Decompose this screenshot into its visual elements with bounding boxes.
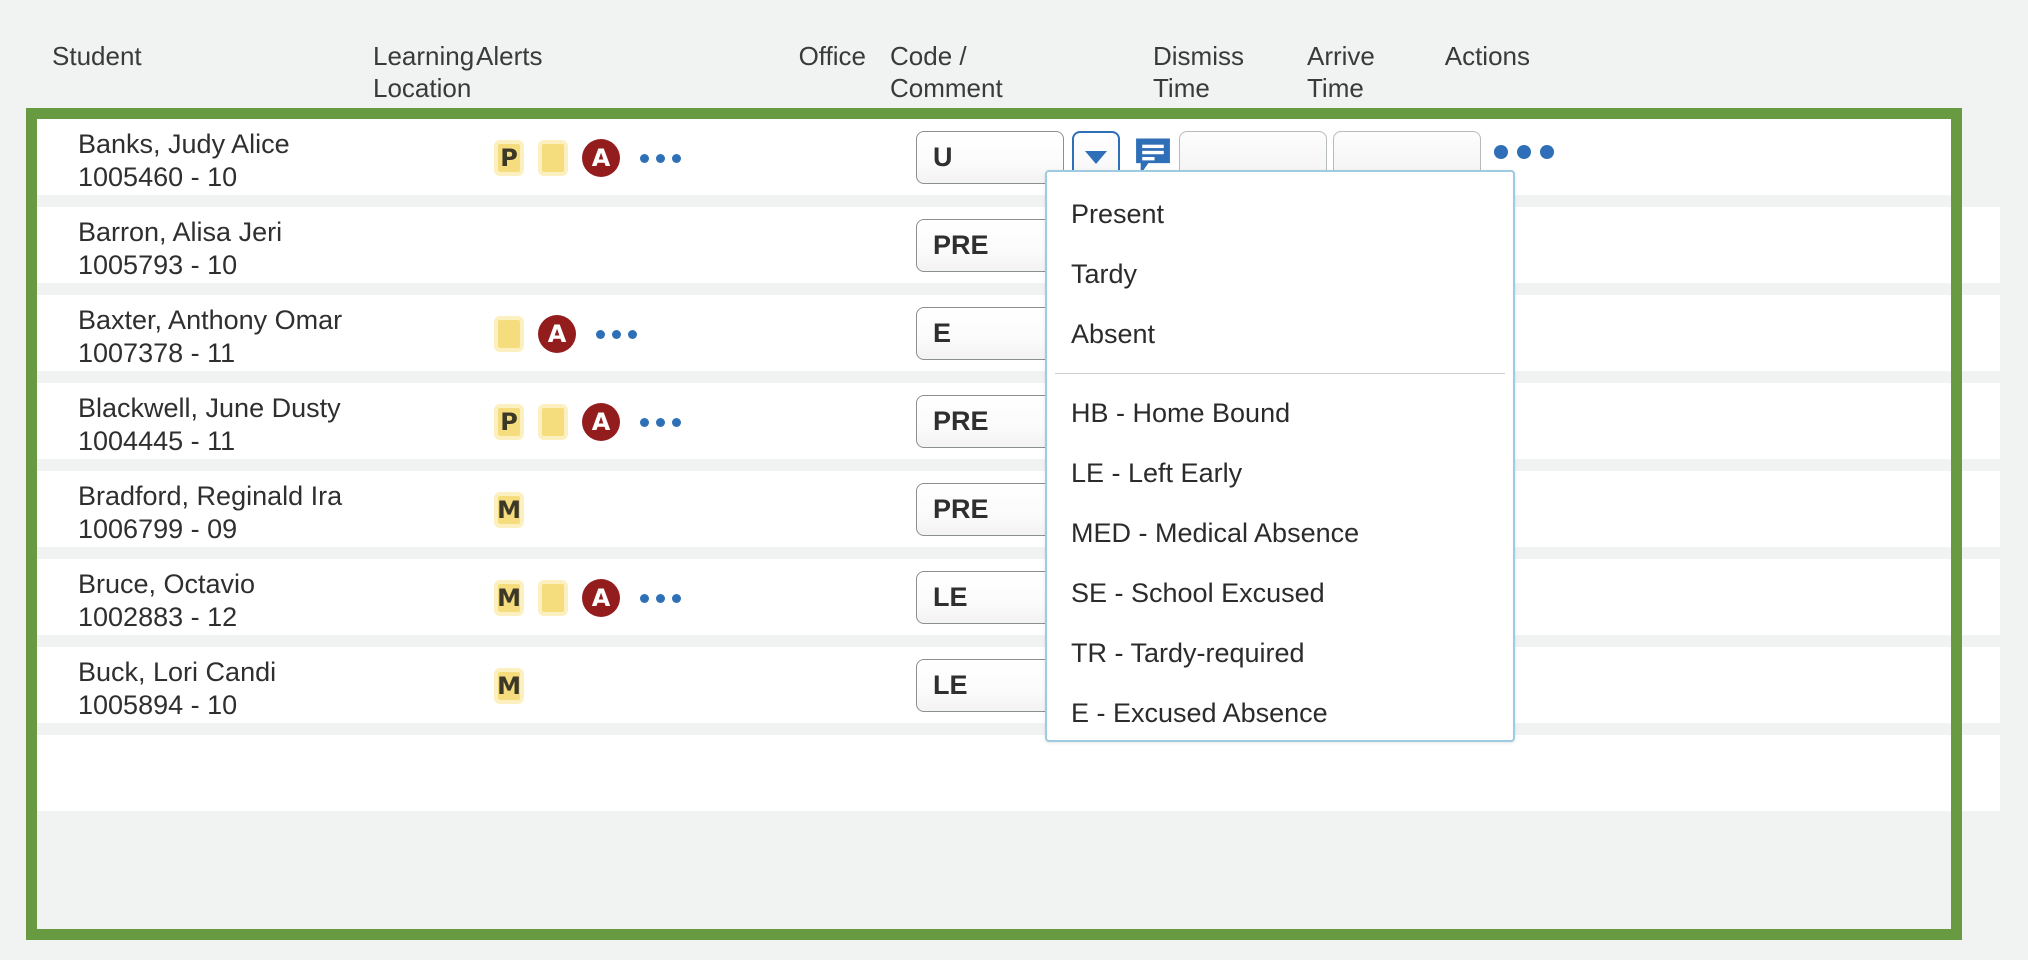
more-alerts-icon[interactable] xyxy=(640,594,681,603)
alert-badge-attendance-a[interactable]: A xyxy=(538,315,576,353)
table-row-selected[interactable]: Banks, Judy Alice1005460 - 10PA xyxy=(37,119,1951,195)
table-row[interactable]: Blackwell, June Dusty1004445 - 11PA xyxy=(26,383,2000,459)
attendance-code-input[interactable] xyxy=(916,483,1064,536)
student-name: Bradford, Reginald Ira xyxy=(78,479,342,513)
table-row-content: Buck, Lori Candi1005894 - 10 M xyxy=(26,647,2000,723)
student-name: Barron, Alisa Jeri xyxy=(78,215,282,249)
student-id-grade: 1006799 - 09 xyxy=(78,512,237,546)
attendance-code-input[interactable] xyxy=(916,131,1064,184)
table-row-content: Bradford, Reginald Ira1006799 - 09 M xyxy=(26,471,2000,547)
table-row[interactable] xyxy=(26,735,2000,811)
table-row-content xyxy=(26,735,2000,811)
table-row[interactable]: Buck, Lori Candi1005894 - 10 M xyxy=(26,647,2000,723)
dropdown-separator xyxy=(1055,373,1505,374)
student-name: Buck, Lori Candi xyxy=(78,655,276,689)
dropdown-item-e-excused-absence[interactable]: E - Excused Absence xyxy=(1047,683,1513,742)
alert-badge-blank[interactable] xyxy=(538,140,568,176)
alert-badge-attendance-a[interactable]: A xyxy=(582,139,620,177)
alert-badge-blank[interactable] xyxy=(538,580,568,616)
table-header: Student Learning Location Alerts Office … xyxy=(0,0,2028,110)
student-id-grade: 1002883 - 12 xyxy=(78,600,237,634)
alerts-cell: M xyxy=(494,488,524,532)
alerts-cell: M xyxy=(494,664,524,708)
column-header-office: Office xyxy=(700,40,866,72)
alert-badge-blank[interactable] xyxy=(538,404,568,440)
student-id-grade: 1004445 - 11 xyxy=(78,424,235,458)
alert-badge-p[interactable]: P xyxy=(494,140,524,176)
attendance-code-input[interactable] xyxy=(916,307,1064,360)
student-row-list: Barron, Alisa Jeri1005793 - 10 Baxter, An… xyxy=(0,110,2028,960)
student-id-grade: 1005894 - 10 xyxy=(78,688,237,722)
alerts-cell: A xyxy=(494,312,637,356)
alert-badge-p[interactable]: P xyxy=(494,404,524,440)
student-id-grade: 1007378 - 11 xyxy=(78,336,235,370)
attendance-code-input[interactable] xyxy=(916,395,1064,448)
table-row-content: Baxter, Anthony Omar1007378 - 11 A xyxy=(26,295,2000,371)
table-row[interactable]: Bruce, Octavio1002883 - 12MA xyxy=(26,559,2000,635)
row-actions-menu-icon[interactable] xyxy=(1494,145,1554,159)
table-row-content: Barron, Alisa Jeri1005793 - 10 xyxy=(26,207,2000,283)
column-header-actions: Actions xyxy=(1380,40,1530,72)
student-name: Bruce, Octavio xyxy=(78,567,255,601)
alert-badge-blank[interactable] xyxy=(494,316,524,352)
dropdown-top-padding xyxy=(1047,172,1513,184)
alerts-cell: PA xyxy=(494,400,681,444)
more-alerts-icon[interactable] xyxy=(640,418,681,427)
table-row-content: Blackwell, June Dusty1004445 - 11PA xyxy=(26,383,2000,459)
student-name: Baxter, Anthony Omar xyxy=(78,303,342,337)
dropdown-item-tr-tardy-required[interactable]: TR - Tardy-required xyxy=(1047,623,1513,683)
alert-badge-m[interactable]: M xyxy=(494,492,524,528)
table-row[interactable]: Barron, Alisa Jeri1005793 - 10 xyxy=(26,207,2000,283)
table-row-content: Bruce, Octavio1002883 - 12MA xyxy=(26,559,2000,635)
alert-badge-m[interactable]: M xyxy=(494,668,524,704)
table-row-content: Banks, Judy Alice1005460 - 10PA xyxy=(26,119,1962,195)
dropdown-item-hb-home-bound[interactable]: HB - Home Bound xyxy=(1047,383,1513,443)
dropdown-item-present[interactable]: Present xyxy=(1047,184,1513,244)
column-header-dismiss-time: Dismiss Time xyxy=(1153,40,1301,104)
column-header-learning-location: Learning Location xyxy=(373,40,469,104)
alerts-cell: PA xyxy=(494,136,681,180)
attendance-code-dropdown-menu[interactable]: PresentTardyAbsent HB - Home BoundLE - Le… xyxy=(1045,170,1515,742)
table-row[interactable]: Baxter, Anthony Omar1007378 - 11 A xyxy=(26,295,2000,371)
column-header-code-comment: Code / Comment xyxy=(890,40,1140,104)
dropdown-item-se-school-excused[interactable]: SE - School Excused xyxy=(1047,563,1513,623)
more-alerts-icon[interactable] xyxy=(640,154,681,163)
chevron-down-icon xyxy=(1085,151,1107,164)
student-id-grade: 1005460 - 10 xyxy=(78,160,237,194)
column-header-student: Student xyxy=(52,40,352,72)
more-alerts-icon[interactable] xyxy=(596,330,637,339)
table-row[interactable]: Bradford, Reginald Ira1006799 - 09 M xyxy=(26,471,2000,547)
attendance-code-input[interactable] xyxy=(916,219,1064,272)
alert-badge-attendance-a[interactable]: A xyxy=(582,579,620,617)
attendance-code-input[interactable] xyxy=(916,571,1064,624)
student-name: Blackwell, June Dusty xyxy=(78,391,341,425)
attendance-roster-page: Student Learning Location Alerts Office … xyxy=(0,0,2028,960)
alert-badge-attendance-a[interactable]: A xyxy=(582,403,620,441)
dropdown-item-tardy[interactable]: Tardy xyxy=(1047,244,1513,304)
alert-badge-m[interactable]: M xyxy=(494,580,524,616)
dropdown-item-absent[interactable]: Absent xyxy=(1047,304,1513,364)
attendance-code-input[interactable] xyxy=(916,659,1064,712)
dropdown-item-med-medical-absence[interactable]: MED - Medical Absence xyxy=(1047,503,1513,563)
student-name: Banks, Judy Alice xyxy=(78,127,290,161)
student-id-grade: 1005793 - 10 xyxy=(78,248,237,282)
dropdown-item-le-left-early[interactable]: LE - Left Early xyxy=(1047,443,1513,503)
alerts-cell: MA xyxy=(494,576,681,620)
